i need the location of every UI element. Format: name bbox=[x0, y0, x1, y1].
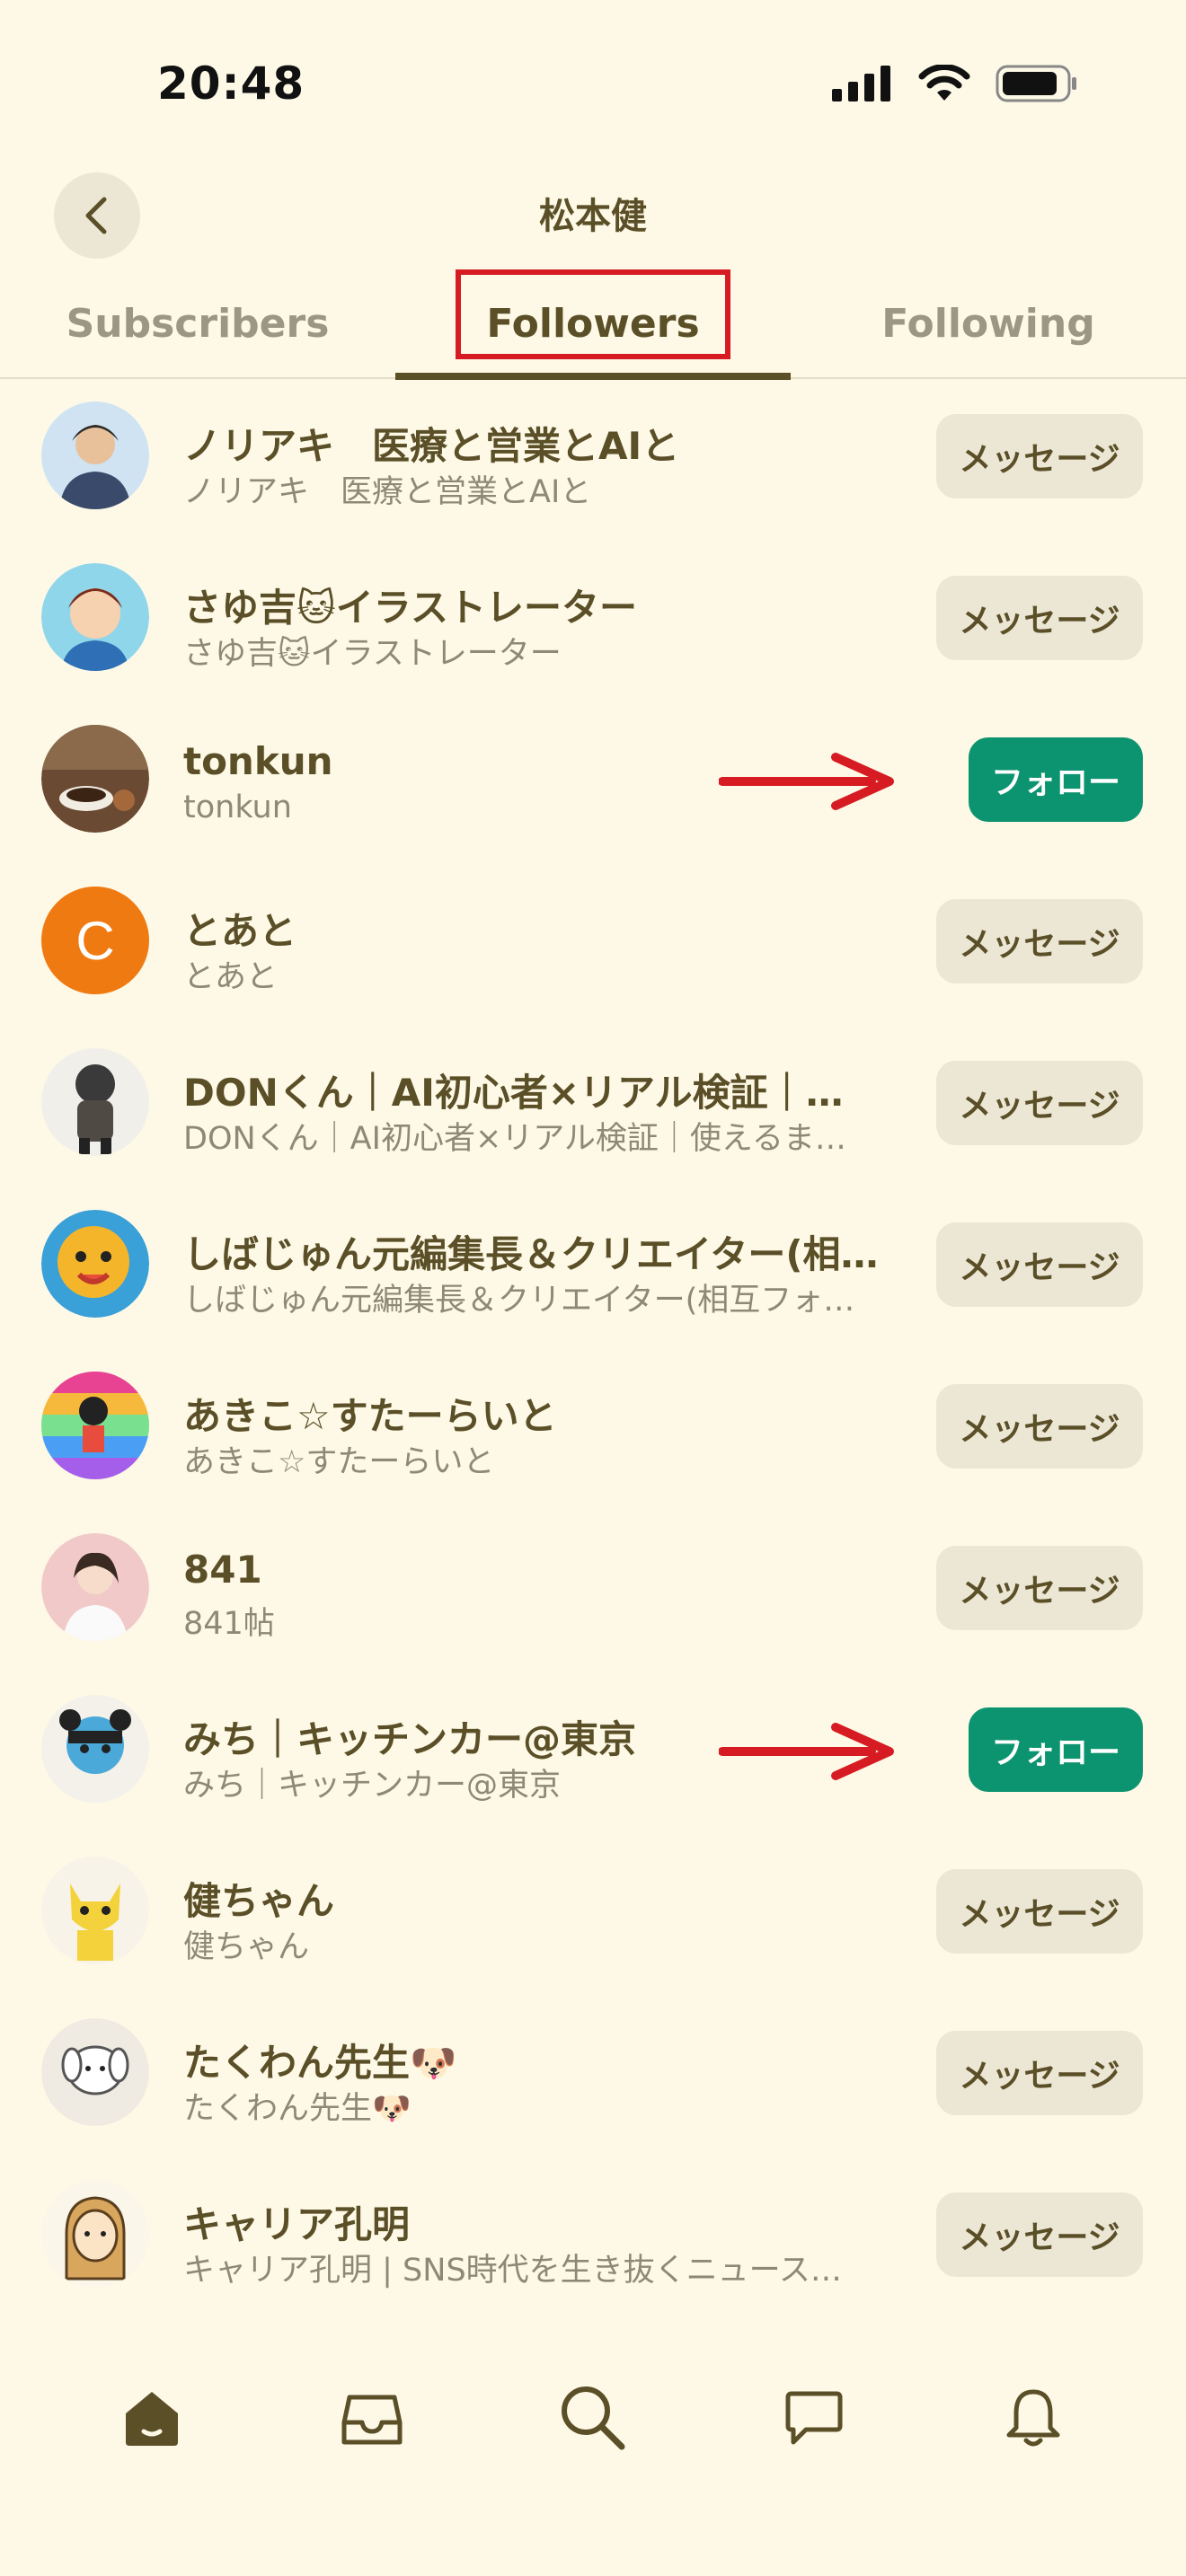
follower-subtitle: しばじゅん元編集長＆クリエイター(相互フォ… bbox=[183, 1283, 855, 1319]
follower-subtitle: 健ちゃん bbox=[183, 1929, 310, 1965]
follower-subtitle: みち｜キッチンカー@東京 bbox=[183, 1768, 562, 1804]
message-button[interactable]: メッセージ bbox=[936, 899, 1143, 984]
follower-subtitle: tonkun bbox=[183, 790, 292, 825]
message-button[interactable]: メッセージ bbox=[936, 1384, 1143, 1469]
follower-name: しばじゅん元編集長＆クリエイター(相… bbox=[183, 1232, 879, 1276]
nav-notifications[interactable] bbox=[990, 2375, 1076, 2461]
follower-name: たくわん先生🐶 bbox=[183, 2041, 457, 2085]
annotation-arrow bbox=[719, 1723, 894, 1780]
follower-name: キャリア孔明 bbox=[183, 2202, 411, 2246]
avatar[interactable] bbox=[41, 1048, 149, 1156]
followers-list: ノリアキ 医療と営業とAIと ノリアキ 医療と営業とAIと メッセージ さゆ吉🐱… bbox=[0, 375, 1186, 2315]
message-button[interactable]: メッセージ bbox=[936, 1061, 1143, 1145]
follower-name: 841 bbox=[183, 1548, 262, 1592]
follower-name: 健ちゃん bbox=[183, 1879, 335, 1923]
follower-name: DONくん｜AI初心者×リアル検証｜… bbox=[183, 1071, 844, 1115]
page-title: 松本健 bbox=[539, 196, 647, 237]
message-button[interactable]: メッセージ bbox=[936, 1546, 1143, 1630]
follower-subtitle: キャリア孔明 | SNS時代を生き抜くニュース… bbox=[183, 2253, 842, 2289]
avatar[interactable] bbox=[41, 725, 149, 833]
avatar[interactable] bbox=[41, 2180, 149, 2288]
message-button[interactable]: メッセージ bbox=[936, 576, 1143, 660]
list-item[interactable]: みち｜キッチンカー@東京 みち｜キッチンカー@東京 フォロー bbox=[0, 1668, 1186, 1830]
bottom-nav bbox=[0, 2353, 1186, 2479]
avatar[interactable] bbox=[41, 2018, 149, 2126]
avatar[interactable] bbox=[41, 401, 149, 509]
inbox-icon bbox=[341, 2395, 403, 2445]
status-time: 20:48 bbox=[157, 57, 305, 110]
follower-subtitle: とあと bbox=[183, 959, 279, 995]
follower-subtitle: ノリアキ 医療と営業とAIと bbox=[183, 474, 592, 510]
status-bar: 20:48 bbox=[0, 0, 1186, 162]
follower-name: さゆ吉🐱イラストレーター bbox=[183, 586, 637, 630]
follower-name: あきこ☆すたーらいと bbox=[183, 1394, 557, 1438]
list-item[interactable]: さゆ吉🐱イラストレーター さゆ吉🐱イラストレーター メッセージ bbox=[0, 536, 1186, 698]
message-button[interactable]: メッセージ bbox=[936, 2031, 1143, 2115]
follower-subtitle: さゆ吉🐱イラストレーター bbox=[183, 636, 562, 672]
avatar-letter: C bbox=[75, 910, 115, 971]
annotation-highlight-box bbox=[456, 269, 730, 359]
tab-bar: Subscribers Followers Following bbox=[0, 269, 1186, 380]
nav-inbox[interactable] bbox=[329, 2375, 415, 2461]
home-icon bbox=[126, 2392, 178, 2446]
list-item[interactable]: あきこ☆すたーらいと あきこ☆すたーらいと メッセージ bbox=[0, 1345, 1186, 1506]
list-item[interactable]: しばじゅん元編集長＆クリエイター(相… しばじゅん元編集長＆クリエイター(相互フ… bbox=[0, 1183, 1186, 1345]
avatar[interactable] bbox=[41, 1695, 149, 1803]
list-item[interactable]: C とあと とあと メッセージ bbox=[0, 860, 1186, 1021]
follower-name: ノリアキ 医療と営業とAIと bbox=[183, 424, 680, 468]
follower-subtitle: DONくん｜AI初心者×リアル検証｜使えるま… bbox=[183, 1121, 846, 1157]
annotation-arrow bbox=[719, 753, 894, 810]
message-button[interactable]: メッセージ bbox=[936, 1222, 1143, 1307]
nav-messages[interactable] bbox=[771, 2375, 857, 2461]
list-item[interactable]: 健ちゃん 健ちゃん メッセージ bbox=[0, 1830, 1186, 1991]
tab-following[interactable]: Following bbox=[791, 269, 1186, 377]
nav-home[interactable] bbox=[109, 2375, 195, 2461]
follower-name: とあと bbox=[183, 909, 297, 953]
message-button[interactable]: メッセージ bbox=[936, 414, 1143, 498]
avatar[interactable] bbox=[41, 563, 149, 671]
signal-icon bbox=[832, 66, 890, 101]
avatar[interactable] bbox=[41, 1210, 149, 1318]
search-icon bbox=[562, 2386, 625, 2450]
status-icons bbox=[832, 65, 1078, 102]
follower-name: tonkun bbox=[183, 739, 333, 783]
follow-button[interactable]: フォロー bbox=[969, 1707, 1143, 1792]
list-item[interactable]: DONくん｜AI初心者×リアル検証｜… DONくん｜AI初心者×リアル検証｜使え… bbox=[0, 1021, 1186, 1183]
avatar[interactable] bbox=[41, 1533, 149, 1641]
list-item[interactable]: キャリア孔明 キャリア孔明 | SNS時代を生き抜くニュース… メッセージ bbox=[0, 2153, 1186, 2315]
follower-subtitle: たくわん先生🐶 bbox=[183, 2091, 412, 2127]
list-item[interactable]: ノリアキ 医療と営業とAIと ノリアキ 医療と営業とAIと メッセージ bbox=[0, 375, 1186, 536]
list-item[interactable]: たくわん先生🐶 たくわん先生🐶 メッセージ bbox=[0, 1991, 1186, 2153]
battery-icon bbox=[996, 65, 1076, 102]
chat-bubble-icon bbox=[785, 2391, 843, 2445]
avatar[interactable]: C bbox=[41, 887, 149, 994]
avatar[interactable] bbox=[41, 1372, 149, 1479]
avatar[interactable] bbox=[41, 1857, 149, 1964]
message-button[interactable]: メッセージ bbox=[936, 2192, 1143, 2277]
nav-search[interactable] bbox=[550, 2375, 636, 2461]
bell-icon bbox=[1006, 2389, 1060, 2447]
follower-subtitle: あきこ☆すたーらいと bbox=[183, 1444, 495, 1480]
header: 松本健 bbox=[0, 162, 1186, 260]
follower-subtitle: 841帖 bbox=[183, 1606, 275, 1642]
message-button[interactable]: メッセージ bbox=[936, 1869, 1143, 1954]
tab-subscribers[interactable]: Subscribers bbox=[0, 269, 395, 377]
wifi-icon bbox=[918, 65, 970, 101]
follow-button[interactable]: フォロー bbox=[969, 737, 1143, 822]
list-item[interactable]: tonkun tonkun フォロー bbox=[0, 698, 1186, 860]
list-item[interactable]: 841 841帖 メッセージ bbox=[0, 1506, 1186, 1668]
follower-name: みち｜キッチンカー@東京 bbox=[183, 1717, 637, 1761]
